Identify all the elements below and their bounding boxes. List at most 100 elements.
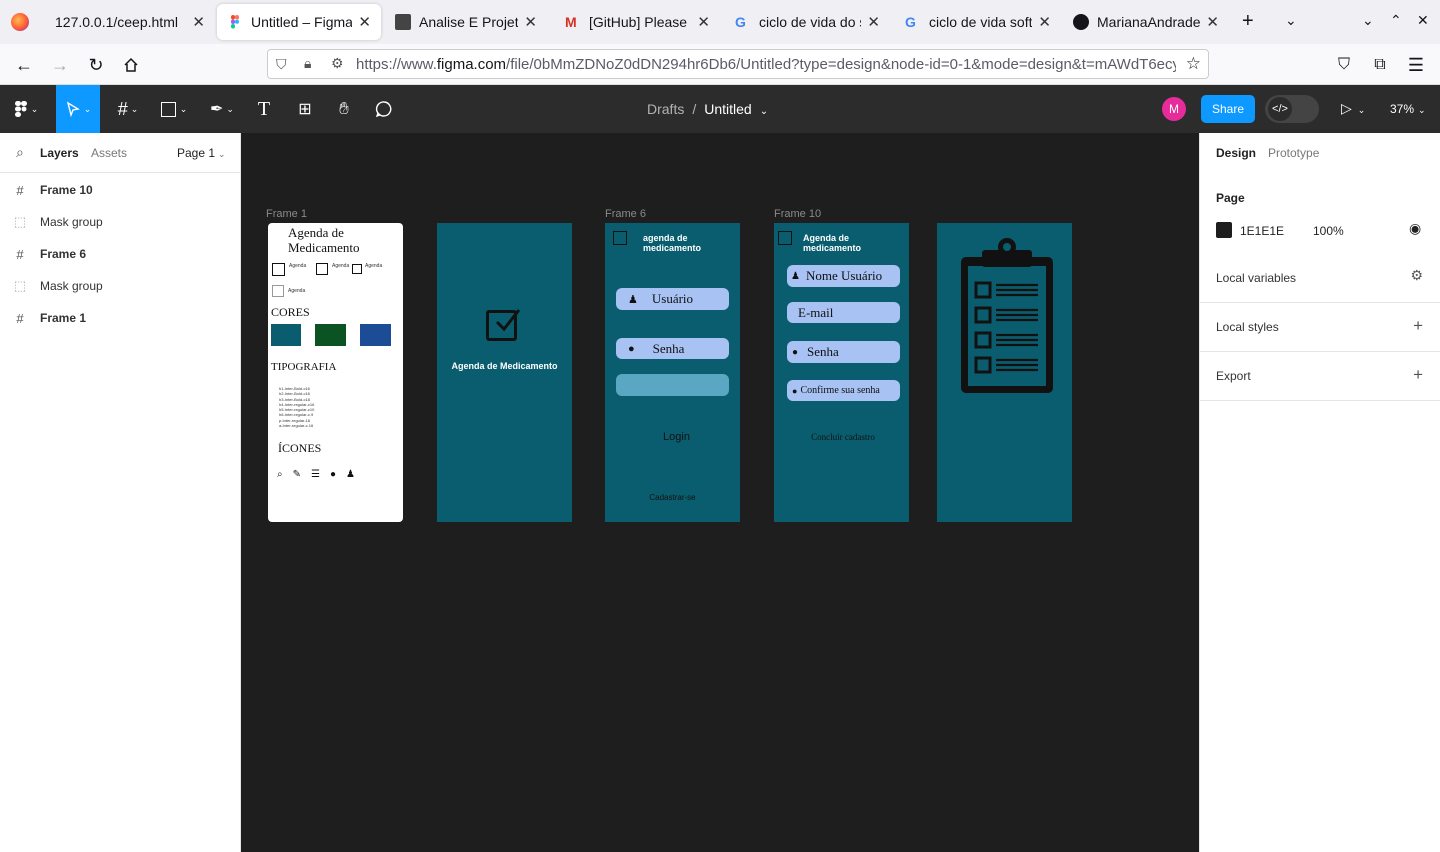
browser-tab[interactable]: G ciclo de vida softw ✕ [895,4,1061,40]
local-styles-row[interactable]: Local styles + [1200,303,1440,352]
local-variables-row[interactable]: Local variables ⚙︎ [1200,254,1440,303]
maximize-icon[interactable]: ⌃ [1390,12,1402,29]
close-icon[interactable]: ✕ [358,13,371,31]
frame-label[interactable]: Frame 1 [266,208,307,220]
close-window-icon[interactable]: ✕ [1417,12,1429,29]
frame-label[interactable]: Frame 10 [774,208,821,220]
resources-tool[interactable]: ⊞ [290,85,320,133]
close-icon[interactable]: ✕ [1206,13,1219,31]
chevron-down-icon[interactable]: ⌄ [760,106,768,117]
eye-icon[interactable]: ◉ [1409,220,1421,237]
confirm-password-field[interactable]: ● Confirme sua senha [787,380,900,401]
figma-main-menu[interactable]: ⌄ [8,85,44,133]
forward-icon[interactable]: → [47,52,73,78]
shield-icon[interactable]: ⛉ [276,56,287,73]
password-field[interactable]: ● Senha [616,338,729,359]
tab-title: MarianaAndrade2 [1097,14,1201,30]
present-button[interactable]: ▷ ⌄ [1341,100,1365,117]
extensions-icon[interactable]: ⧉ [1367,52,1393,78]
page-color-value[interactable]: 1E1E1E [1240,224,1284,238]
check-label: Agenda [332,263,350,269]
firefox-menu-icon[interactable] [11,13,29,31]
checkmark-icon [495,309,521,332]
page-color-swatch[interactable] [1216,222,1232,238]
comment-tool[interactable] [370,85,398,133]
user-field[interactable]: ♟ Usuário [616,288,729,310]
empty-field[interactable] [616,374,729,396]
frame-icon: # [16,182,24,198]
layer-item[interactable]: # Frame 6 [0,238,240,270]
back-icon[interactable]: ← [11,52,37,78]
layer-item[interactable]: # Frame 10 [0,174,240,206]
user-icon: ♟ [346,469,355,480]
text-tool[interactable]: T [250,85,278,133]
username-field[interactable]: ♟ Nome Usuário [787,265,900,287]
frame-tool[interactable]: # ⌄ [108,85,148,133]
checkbox-icon [272,285,284,297]
close-icon[interactable]: ✕ [1038,13,1051,31]
browser-tab[interactable]: Analise E Projeto [ ✕ [385,4,547,40]
browser-tab[interactable]: M [GitHub] Please ve ✕ [555,4,720,40]
plus-icon[interactable]: + [1413,365,1423,385]
dev-mode-toggle[interactable]: </> [1265,95,1319,123]
url-bar[interactable]: ⛉ 🔒︎ ⚙︎ https://www.figma.com/file/0bMmZ… [267,49,1209,79]
signup-frame[interactable]: Agenda de medicamento ♟ Nome Usuário E-ma… [774,223,909,522]
design-canvas[interactable]: Frame 1 Agenda de Medicamento Agenda Age… [241,133,1199,852]
check-label: Agenda [288,288,306,294]
browser-tab-active[interactable]: Untitled – Figma ✕ [217,4,381,40]
reload-icon[interactable]: ↻ [83,52,109,78]
tab-design[interactable]: Design [1216,146,1256,160]
page-selector[interactable]: Page 1 ⌄ [177,146,226,160]
search-icon[interactable]: ⌕ [16,144,24,161]
login-button[interactable]: Login [605,431,748,443]
file-name[interactable]: Untitled [704,101,751,117]
browser-tab[interactable]: 127.0.0.1/ceep.html ✕ [45,4,215,40]
submit-button[interactable]: Concluir cadastro [774,432,912,442]
frame-label[interactable]: Frame 6 [605,208,646,220]
close-icon[interactable]: ✕ [192,13,205,31]
sliders-icon[interactable]: ⚙︎ [1410,267,1423,284]
home-icon[interactable] [118,52,144,78]
close-icon[interactable]: ✕ [697,13,710,31]
layer-item[interactable]: ⬚ Mask group [0,270,240,302]
browser-tab[interactable]: G ciclo de vida do so ✕ [725,4,890,40]
tab-assets[interactable]: Assets [91,146,127,160]
share-button[interactable]: Share [1201,95,1255,123]
pocket-icon[interactable]: ⛉ [1331,52,1357,78]
layers-panel: ⌕ Layers Assets Page 1 ⌄ # Frame 10 ⬚ Mask … [0,133,241,852]
hand-tool[interactable]: ✋︎ [330,85,358,133]
password-field[interactable]: ● Senha [787,341,900,363]
layer-item[interactable]: # Frame 1 [0,302,240,334]
tab-layers[interactable]: Layers [40,146,79,160]
plus-icon[interactable]: + [1413,316,1423,336]
breadcrumb-drafts[interactable]: Drafts [647,101,684,117]
splash-frame[interactable]: Agenda de Medicamento [437,223,572,522]
email-field[interactable]: E-mail [787,302,900,323]
page-opacity[interactable]: 100% [1313,224,1344,238]
type-scale: h1-Inter-Bold-c16 h2-Inter-Bold-c16 h3-I… [279,386,315,429]
close-icon[interactable]: ✕ [524,13,537,31]
lock-icon[interactable]: 🔒︎ [304,55,311,72]
shape-tool[interactable]: ⌄ [154,85,194,133]
move-tool[interactable]: ⌄ [56,85,100,133]
bookmark-star-icon[interactable]: ☆ [1186,54,1201,74]
clipboard-frame[interactable] [937,223,1072,522]
style-guide-frame[interactable]: Agenda de Medicamento Agenda Agenda Agen… [268,223,403,522]
minimize-icon[interactable]: ⌄ [1362,12,1374,29]
pen-tool[interactable]: ✒︎ ⌄ [202,85,242,133]
tab-prototype[interactable]: Prototype [1268,146,1319,160]
register-link[interactable]: Cadastrar-se [605,493,740,502]
permissions-icon[interactable]: ⚙︎ [331,55,344,72]
close-icon[interactable]: ✕ [867,13,880,31]
login-frame[interactable]: agenda de medicamento ♟ Usuário ● Senha Lo… [605,223,740,522]
tab-list-icon[interactable]: ⌄ [1285,12,1297,29]
text-icon: T [257,97,271,120]
check-circle-icon: ● [628,342,635,355]
menu-icon[interactable]: ☰ [1403,52,1429,78]
zoom-menu[interactable]: 37% ⌄ [1390,102,1426,116]
avatar[interactable]: M [1162,97,1186,121]
browser-tab[interactable]: MarianaAndrade2 ✕ [1063,4,1229,40]
export-row[interactable]: Export + [1200,352,1440,401]
layer-item[interactable]: ⬚ Mask group [0,206,240,238]
new-tab-icon[interactable]: + [1242,10,1254,33]
